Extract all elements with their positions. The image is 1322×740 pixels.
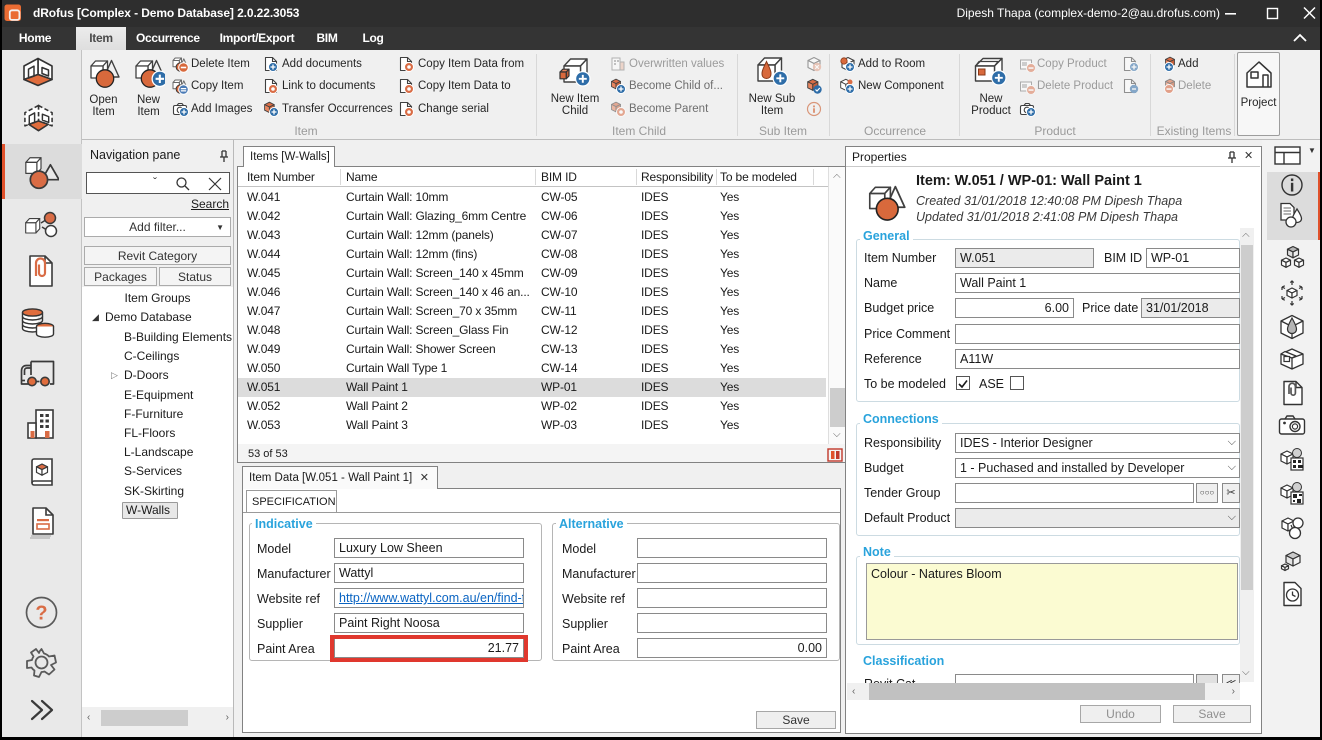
svg-text:?: ? [35, 603, 47, 625]
